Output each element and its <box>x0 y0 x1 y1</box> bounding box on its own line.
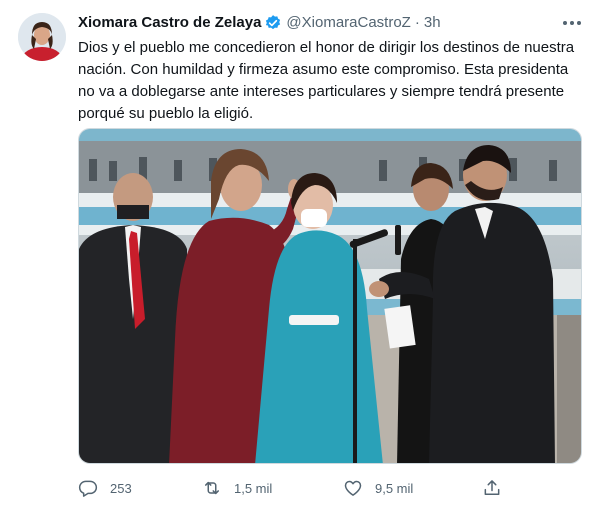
share-icon <box>482 478 502 498</box>
like-button[interactable]: 9,5 mil <box>343 476 413 500</box>
author-handle[interactable]: @XiomaraCastroZ <box>286 13 410 33</box>
reply-icon <box>78 478 98 498</box>
retweet-count: 1,5 mil <box>234 480 273 496</box>
tweet-photo[interactable] <box>78 128 582 464</box>
author-display-name[interactable]: Xiomara Castro de Zelaya <box>78 13 261 33</box>
retweet-icon <box>202 478 222 498</box>
verified-badge-icon <box>264 14 282 32</box>
tweet-text: Dios y el pueblo me concedieron el honor… <box>78 37 583 125</box>
separator-dot: · <box>414 14 420 31</box>
like-icon <box>343 478 363 498</box>
like-count: 9,5 mil <box>375 480 414 496</box>
retweet-button[interactable]: 1,5 mil <box>202 476 272 500</box>
more-options-icon[interactable] <box>562 14 582 32</box>
tweet-header: Xiomara Castro de Zelaya @XiomaraCastroZ… <box>78 13 441 33</box>
tweet-timestamp[interactable]: 3h <box>424 13 441 33</box>
tweet-actions: 253 1,5 mil 9,5 mil <box>78 476 508 500</box>
share-button[interactable] <box>482 476 502 500</box>
tweet-text-body: Dios y el pueblo me concedieron el honor… <box>78 39 575 122</box>
reply-button[interactable]: 253 <box>78 476 132 500</box>
reply-count: 253 <box>110 480 132 496</box>
avatar[interactable] <box>18 13 66 61</box>
tweet[interactable]: Xiomara Castro de Zelaya @XiomaraCastroZ… <box>0 0 600 508</box>
